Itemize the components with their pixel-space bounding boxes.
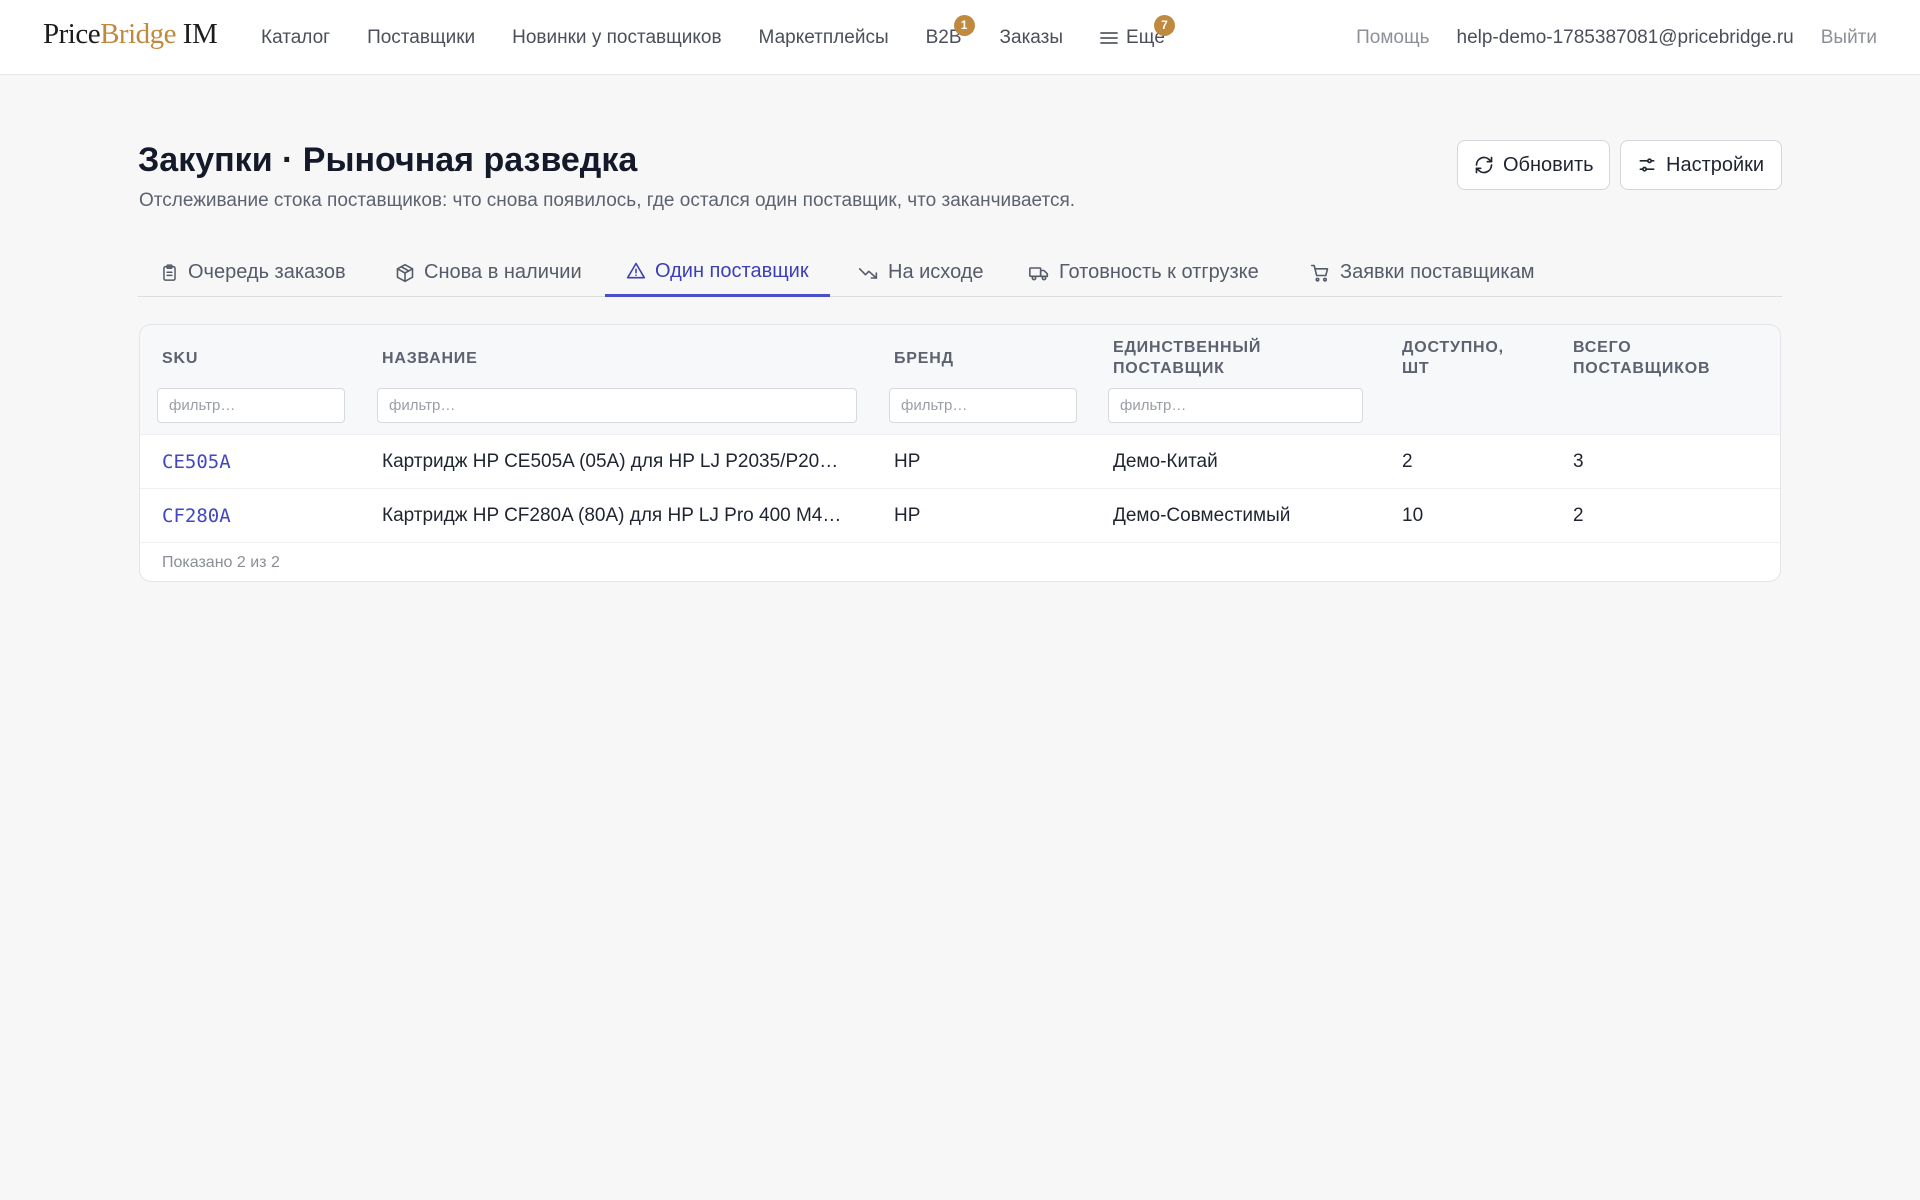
total-suppliers-cell: 3 xyxy=(1573,451,1584,472)
column-header-label: Единственный xyxy=(1113,339,1262,356)
tab-label: Очередь заказов xyxy=(188,261,346,283)
clipboard-icon xyxy=(160,263,179,283)
tab-label: Заявки поставщикам xyxy=(1340,261,1535,283)
available-cell: 2 xyxy=(1402,451,1413,472)
page-title: Закупки · Рыночная разведка xyxy=(138,141,638,179)
tab-supplier-requests[interactable]: Заявки поставщикам xyxy=(1309,248,1534,297)
nav-item-catalog[interactable]: Каталог xyxy=(261,27,330,49)
tab-label: Один поставщик xyxy=(655,259,809,282)
menu-icon xyxy=(1100,30,1118,46)
tab-label: Снова в наличии xyxy=(424,261,582,283)
tab-ready-to-ship[interactable]: Готовность к отгрузке xyxy=(1028,248,1259,297)
sku-filter-input[interactable] xyxy=(157,388,345,423)
package-icon xyxy=(395,263,415,283)
nav-item-b2b[interactable]: B2B 1 xyxy=(926,14,975,49)
nav-item-marketplaces[interactable]: Маркетплейсы xyxy=(759,27,889,49)
logo-part-price: Price xyxy=(43,18,101,50)
column-header-label: SKU xyxy=(162,350,199,367)
logo[interactable]: PriceBridge IM xyxy=(43,18,218,51)
column-header-label: Всего xyxy=(1573,339,1632,356)
brand-cell: HP xyxy=(894,451,921,472)
warning-icon xyxy=(626,261,646,281)
brand-filter-input[interactable] xyxy=(889,388,1077,423)
available-cell: 10 xyxy=(1402,505,1424,526)
logout-link[interactable]: Выйти xyxy=(1821,27,1877,49)
nav-item-orders[interactable]: Заказы xyxy=(1000,27,1064,49)
notification-badge: 1 xyxy=(953,14,975,36)
nav-item-label: Поставщики xyxy=(367,26,476,48)
main-nav: Каталог Поставщики Новинки у поставщиков… xyxy=(261,0,1202,75)
page-subtitle: Отслеживание стока поставщиков: что снов… xyxy=(139,190,1076,211)
trending-down-icon xyxy=(857,263,879,283)
logo-part-bridge: Bridge xyxy=(100,18,177,50)
nav-item-suppliers[interactable]: Поставщики xyxy=(367,27,475,49)
column-header-label: Название xyxy=(382,350,478,367)
column-header-label: шт xyxy=(1402,360,1430,377)
refresh-icon xyxy=(1474,155,1494,175)
settings-label: Настройки xyxy=(1666,153,1765,176)
top-navbar: PriceBridge IM Каталог Поставщики Новинк… xyxy=(0,0,1920,75)
user-email[interactable]: help-demo-1785387081@pricebridge.ru xyxy=(1457,27,1794,49)
nav-item-label: Маркетплейсы xyxy=(758,26,889,48)
nav-item-more[interactable]: Ещё 7 xyxy=(1100,14,1175,49)
column-header-label: поставщиков xyxy=(1573,360,1711,377)
sliders-icon xyxy=(1637,155,1657,175)
nav-item-label: Заказы xyxy=(999,26,1064,48)
tab-label: На исходе xyxy=(888,261,984,283)
settings-button[interactable]: Настройки xyxy=(1620,140,1782,190)
tab-back-in-stock[interactable]: Снова в наличии xyxy=(395,248,582,297)
column-header-sku[interactable]: SKU xyxy=(162,348,198,369)
nav-item-label: Каталог xyxy=(261,26,331,48)
table-row[interactable]: CF280A Картридж HP CF280A (80A) для HP L… xyxy=(140,489,1780,543)
notification-badge: 7 xyxy=(1153,14,1175,36)
tab-bar: Очередь заказов Снова в наличии Один пос… xyxy=(138,248,1782,297)
column-header-brand[interactable]: Бренд xyxy=(894,348,954,369)
name-filter-input[interactable] xyxy=(377,388,857,423)
sku-link[interactable]: CF280A xyxy=(162,489,231,543)
product-name: Картридж HP CE505A (05A) для HP LJ P2035… xyxy=(382,451,839,472)
product-name: Картридж HP CF280A (80A) для HP LJ Pro 4… xyxy=(382,505,842,526)
single-supplier-table: SKU Название Бренд Единственный поставщи… xyxy=(139,324,1781,582)
rows-count-note: Показано 2 из 2 xyxy=(162,554,280,571)
refresh-button[interactable]: Обновить xyxy=(1457,140,1610,190)
nav-item-supplier-new[interactable]: Новинки у поставщиков xyxy=(512,27,721,49)
column-header-available[interactable]: Доступно, шт xyxy=(1402,337,1504,379)
table-row[interactable]: CE505A Картридж HP CE505A (05A) для HP L… xyxy=(140,435,1780,489)
column-header-total-suppliers[interactable]: Всего поставщиков xyxy=(1573,337,1710,379)
column-header-name[interactable]: Название xyxy=(382,348,478,369)
cart-icon xyxy=(1309,263,1331,283)
column-header-supplier[interactable]: Единственный поставщик xyxy=(1113,337,1261,379)
tab-single-supplier[interactable]: Один поставщик xyxy=(605,248,830,297)
tab-order-queue[interactable]: Очередь заказов xyxy=(160,248,346,297)
table-header: SKU Название Бренд Единственный поставщи… xyxy=(140,325,1780,435)
user-nav: Помощь help-demo-1785387081@pricebridge.… xyxy=(1356,0,1877,75)
refresh-label: Обновить xyxy=(1503,153,1594,176)
tab-label: Готовность к отгрузке xyxy=(1059,261,1259,283)
logo-part-im: IM xyxy=(176,18,218,50)
truck-icon xyxy=(1028,263,1050,283)
supplier-cell: Демо-Совместимый xyxy=(1113,505,1291,526)
help-link[interactable]: Помощь xyxy=(1356,27,1429,49)
total-suppliers-cell: 2 xyxy=(1573,505,1584,526)
supplier-filter-input[interactable] xyxy=(1108,388,1363,423)
brand-cell: HP xyxy=(894,505,921,526)
tab-running-low[interactable]: На исходе xyxy=(857,248,984,297)
column-header-label: Бренд xyxy=(894,350,954,367)
supplier-cell: Демо-Китай xyxy=(1113,451,1218,472)
column-header-label: поставщик xyxy=(1113,360,1225,377)
column-header-label: Доступно, xyxy=(1402,339,1504,356)
nav-item-label: Новинки у поставщиков xyxy=(512,26,722,48)
sku-link[interactable]: CE505A xyxy=(162,435,231,489)
